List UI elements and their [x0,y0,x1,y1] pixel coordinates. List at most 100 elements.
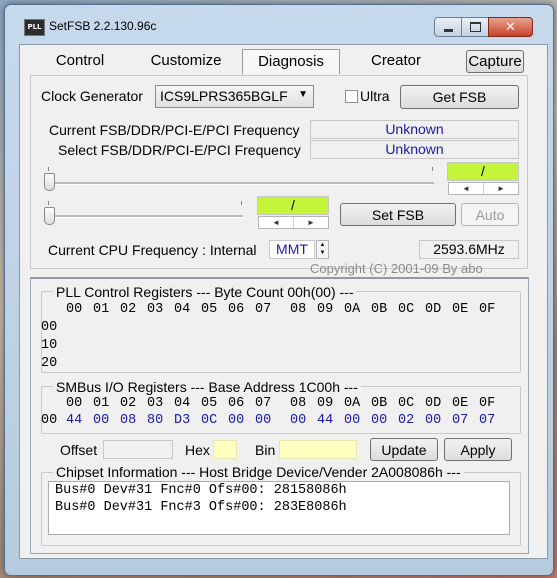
register-value[interactable]: 07 [479,413,495,428]
register-value[interactable]: 44 [66,413,82,428]
register-value[interactable]: 00 [371,413,387,428]
column-header: 00 [66,396,83,411]
register-value[interactable]: D3 [174,413,190,428]
close-button[interactable]: ✕ [488,17,533,37]
ratio-slider-display: / [257,196,329,215]
column-header: 02 [120,302,137,317]
column-header: 03 [147,302,164,317]
minimize-button[interactable] [434,17,462,37]
capture-button[interactable]: Capture [466,50,524,73]
chevron-down-icon: ▼ [298,89,308,100]
hex-field[interactable] [213,440,237,459]
cpu-frequency-value: 2593.6MHz [419,240,519,259]
ultra-checkbox[interactable] [345,90,358,103]
main-panel: Control Customize Diagnosis Creator Capt… [19,44,548,559]
arrow-left-icon[interactable]: ◄ [259,217,294,228]
register-value[interactable]: 00 [425,413,441,428]
pll-column-header: 00 01 02 03 04 05 06 07 08 09 0A 0B 0C 0D 0E 0F [48,302,518,318]
fsb-slider-track[interactable] [47,182,434,185]
offset-label: Offset [60,442,98,458]
register-value[interactable]: 08 [120,413,136,428]
chipset-info-line: Bus#0 Dev#31 Fnc#3 Ofs#00: 283E8086h [55,500,347,515]
column-header: 0E [452,302,469,317]
arrow-left-icon[interactable]: ◄ [449,183,484,194]
register-value[interactable]: 02 [398,413,414,428]
clock-generator-value: ICS9LPRS365BGLF [160,88,288,104]
register-value[interactable]: 07 [452,413,468,428]
ratio-slider-arrows[interactable]: ◄ ► [258,216,329,229]
maximize-button[interactable] [461,17,489,37]
arrow-down-icon[interactable]: ▼ [317,249,328,257]
smbus-value-row: 00 44 00 08 80 D3 0C 00 00 00 44 00 00 02 00 07 07 [41,413,518,429]
row-label: 00 [41,413,58,428]
minimize-icon [443,29,453,32]
window-title: SetFSB 2.2.130.96c [49,19,157,33]
register-value[interactable]: 00 [228,413,244,428]
register-value[interactable]: 0C [201,413,217,428]
pll-registers-title: PLL Control Registers --- Byte Count 00h… [53,284,357,300]
register-value[interactable]: 80 [147,413,163,428]
column-header: 08 [290,396,307,411]
column-header: 09 [317,396,334,411]
column-header: 04 [174,396,191,411]
slider-tick [48,201,49,205]
row-label: 10 [41,338,58,353]
hex-label: Hex [185,442,210,458]
fsb-slider-thumb[interactable] [44,173,55,191]
set-fsb-button[interactable]: Set FSB [340,203,456,226]
column-header: 0C [398,396,415,411]
bin-field[interactable] [279,440,357,459]
update-button[interactable]: Update [370,438,438,461]
column-header: 07 [255,396,272,411]
tab-control[interactable]: Control [30,49,130,73]
apply-button[interactable]: Apply [444,438,512,461]
arrow-up-icon[interactable]: ▲ [317,241,328,249]
cpu-source-field[interactable]: MMT [269,240,315,259]
column-header: 0D [425,396,442,411]
cpu-frequency-label: Current CPU Frequency : Internal [48,242,257,258]
fsb-slider-arrows[interactable]: ◄ ► [448,182,519,195]
ultra-label: Ultra [360,88,390,104]
column-header: 0C [398,302,415,317]
get-fsb-button[interactable]: Get FSB [400,85,519,109]
register-value[interactable]: 00 [344,413,360,428]
ratio-slider-track[interactable] [47,215,243,218]
arrow-right-icon[interactable]: ► [484,183,518,194]
tab-customize[interactable]: Customize [136,49,236,73]
column-header: 02 [120,396,137,411]
slider-tick [241,201,242,205]
offset-field[interactable] [103,440,173,459]
select-frequency-value: Unknown [310,140,519,159]
column-header: 00 [66,302,83,317]
register-value[interactable]: 00 [93,413,109,428]
copyright-text: Copyright (C) 2001-09 By abo [310,261,483,276]
column-header: 0A [344,396,361,411]
column-header: 0F [479,396,496,411]
tab-diagnosis[interactable]: Diagnosis [242,49,340,74]
maximize-icon [469,22,481,32]
close-icon: ✕ [505,19,516,35]
column-header: 0F [479,302,496,317]
slider-tick [432,167,433,171]
column-header: 08 [290,302,307,317]
smbus-column-header: 00 01 02 03 04 05 06 07 08 09 0A 0B 0C 0D 0E 0F [48,396,518,412]
register-value[interactable]: 44 [317,413,333,428]
auto-button[interactable]: Auto [461,203,519,226]
column-header: 0B [371,396,388,411]
current-frequency-value: Unknown [310,120,519,139]
arrow-right-icon[interactable]: ► [294,217,328,228]
clock-generator-select[interactable]: ICS9LPRS365BGLF ▼ [155,85,314,108]
current-frequency-label: Current FSB/DDR/PCI-E/PCI Frequency [49,122,300,138]
register-value[interactable]: 00 [255,413,271,428]
setfsb-window: PLL SetFSB 2.2.130.96c ✕ Control Customi… [4,4,554,576]
column-header: 01 [93,302,110,317]
column-header: 03 [147,396,164,411]
cpu-source-spinner[interactable]: ▲ ▼ [316,240,329,259]
chipset-info-title: Chipset Information --- Host Bridge Devi… [53,464,464,480]
ratio-slider-thumb[interactable] [44,207,55,225]
column-header: 07 [255,302,272,317]
register-value[interactable]: 00 [290,413,306,428]
tab-creator[interactable]: Creator [346,49,446,73]
slider-tick [48,167,49,171]
column-header: 06 [228,302,245,317]
